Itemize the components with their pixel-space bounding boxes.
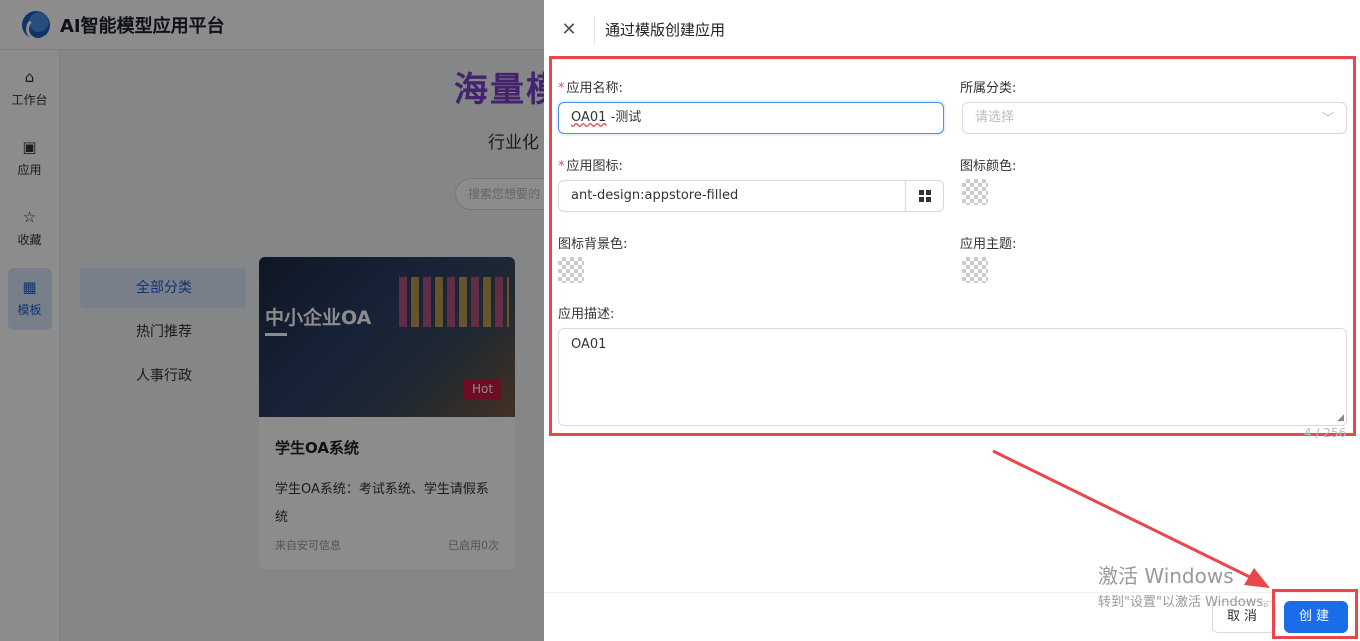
- icon-bg-color-picker[interactable]: [558, 257, 584, 283]
- app-name-label: * 应用名称:: [558, 81, 623, 96]
- app-theme-picker[interactable]: [962, 257, 988, 283]
- header-divider: [594, 15, 595, 44]
- annotation-create-frame: [1272, 589, 1358, 639]
- modal-mask[interactable]: [0, 0, 544, 641]
- app-icon-input[interactable]: ant-design:appstore-filled: [558, 180, 944, 212]
- app-name-value-main: OA01: [571, 110, 607, 125]
- category-placeholder: 请选择: [975, 110, 1015, 125]
- create-app-drawer: ✕ 通过模版创建应用 * 应用名称: OA01 -测试 所属分类: 请选择 ﹀ *…: [544, 0, 1360, 641]
- category-select[interactable]: 请选择 ﹀: [962, 102, 1347, 134]
- app-name-input[interactable]: OA01 -测试: [558, 102, 944, 134]
- app-theme-label: 应用主题:: [960, 237, 1017, 252]
- resize-handle-icon[interactable]: ◢: [1337, 413, 1344, 423]
- icon-color-picker[interactable]: [962, 179, 988, 205]
- description-counter: 4 / 256: [1304, 426, 1347, 440]
- drawer-title: 通过模版创建应用: [605, 21, 726, 39]
- appstore-icon: [918, 190, 931, 202]
- chevron-down-icon: ﹀: [1321, 111, 1334, 125]
- description-label: 应用描述:: [558, 307, 615, 322]
- windows-watermark: 激活 Windows 转到"设置"以激活 Windows。: [1098, 560, 1276, 610]
- description-textarea[interactable]: OA01 ◢: [558, 328, 1347, 426]
- icon-bg-color-label: 图标背景色:: [558, 237, 628, 252]
- drawer-header: ✕ 通过模版创建应用: [544, 0, 1360, 60]
- close-icon[interactable]: ✕: [544, 19, 594, 40]
- category-label: 所属分类:: [960, 81, 1017, 96]
- required-mark: *: [558, 159, 565, 174]
- app-name-value-rest: -测试: [606, 110, 642, 125]
- required-mark: *: [558, 81, 565, 96]
- icon-picker-button[interactable]: [905, 181, 943, 211]
- description-value: OA01: [571, 337, 607, 352]
- watermark-line-1: 激活 Windows: [1098, 564, 1234, 588]
- app-icon-value: ant-design:appstore-filled: [571, 188, 739, 203]
- app-icon-label: * 应用图标:: [558, 159, 623, 174]
- watermark-line-2: 转到"设置"以激活 Windows。: [1098, 595, 1277, 610]
- icon-color-label: 图标颜色:: [960, 159, 1017, 174]
